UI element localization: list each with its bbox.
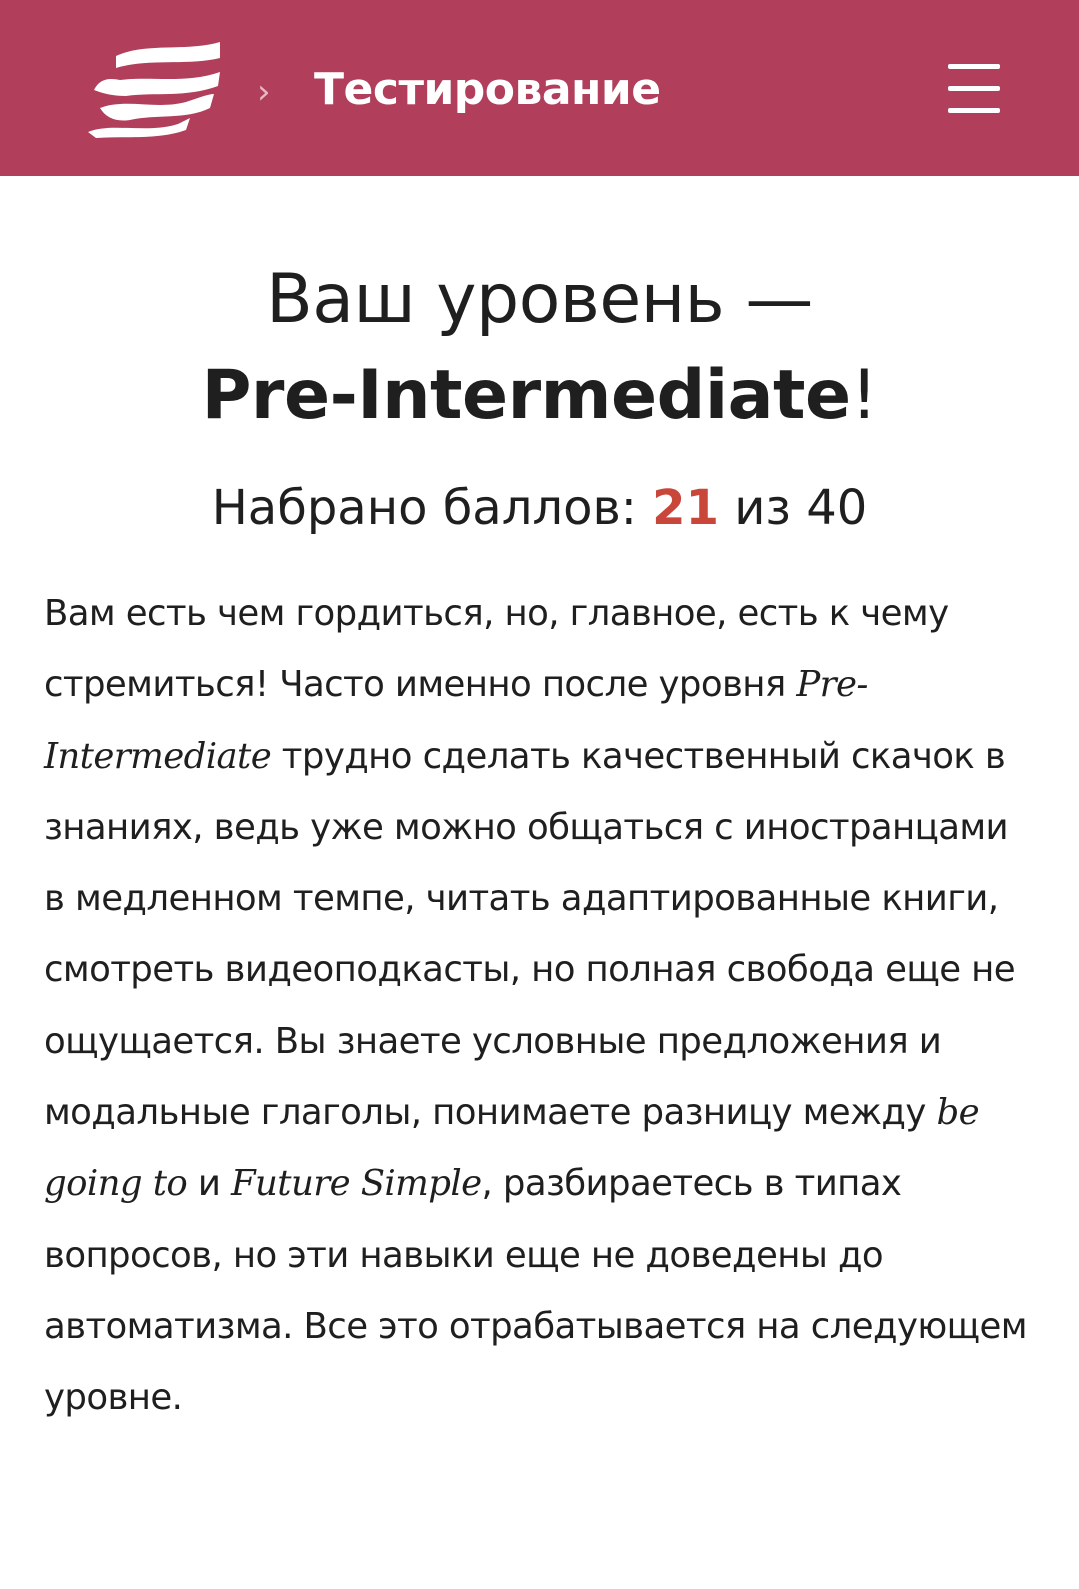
menu-bar-bottom — [948, 108, 1000, 113]
level-name: Pre-Intermediate — [201, 356, 852, 435]
wave-flag-logo-icon[interactable] — [86, 38, 226, 138]
score-value: 21 — [652, 480, 719, 536]
score-line: Набрано баллов: 21 из 40 — [0, 476, 1079, 540]
score-separator: из — [734, 480, 791, 536]
description-part-2: трудно сделать качественный скачок в зна… — [44, 735, 1016, 1134]
description-part-3: и — [187, 1163, 232, 1205]
result-heading: Ваш уровень — Pre-Intermediate! — [0, 252, 1079, 444]
description-term-future-simple: Future Simple — [231, 1163, 482, 1205]
menu-bar-top — [948, 64, 1000, 69]
page-title[interactable]: Тестирование — [314, 62, 661, 118]
result-heading-line2: Pre-Intermediate! — [0, 348, 1079, 444]
level-description: Вам есть чем гордиться, но, главное, ест… — [44, 578, 1034, 1434]
top-header: › Тестирование — [0, 0, 1079, 176]
result-heading-prefix: Ваш уровень — — [266, 260, 813, 339]
menu-bar-middle — [948, 86, 1000, 91]
breadcrumb-separator: › — [257, 72, 271, 112]
score-max: 40 — [806, 480, 868, 536]
hamburger-menu-icon[interactable] — [942, 56, 1008, 122]
result-heading-suffix: ! — [850, 356, 878, 435]
score-label: Набрано баллов: — [211, 480, 637, 536]
